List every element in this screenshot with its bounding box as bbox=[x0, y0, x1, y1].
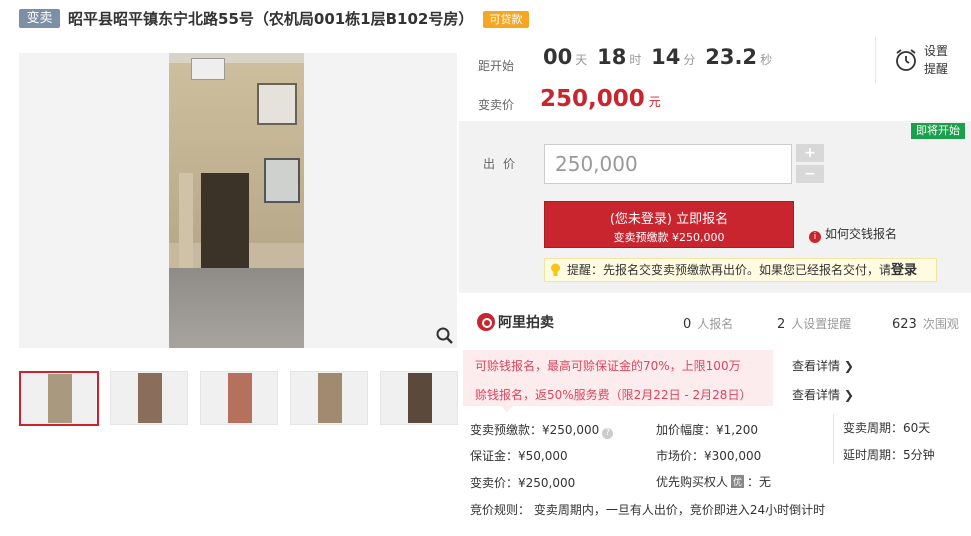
priority-badge: 优 bbox=[731, 475, 745, 488]
thumbnail-3[interactable] bbox=[200, 371, 278, 425]
set-reminder-button[interactable]: 设置提醒 bbox=[875, 37, 970, 83]
view-count: 623 次围观 bbox=[892, 317, 959, 332]
bid-panel: 即将开始 出价 250,000 + − (您未登录) 立即报名 变卖预缴款 ¥2… bbox=[459, 121, 971, 293]
reminder-count: 2 人设置提醒 bbox=[777, 317, 852, 332]
info-icon: i bbox=[809, 231, 821, 243]
sale-type-badge: 变卖 bbox=[19, 9, 60, 28]
thumbnail-1[interactable] bbox=[19, 371, 99, 426]
question-icon[interactable]: ? bbox=[602, 428, 614, 439]
countdown-label: 距开始 bbox=[478, 59, 515, 73]
countdown-timer: 00 天 18 时 14 分 23.2 秒 bbox=[543, 45, 773, 69]
bid-label: 出价 bbox=[483, 157, 524, 171]
bidding-rule: 竞价规则： 变卖周期内，一旦有人出价，竞价即进入24小时倒计时 bbox=[470, 503, 826, 517]
thumbnail-5[interactable] bbox=[380, 371, 458, 425]
ali-auction-logo: 阿里拍卖 bbox=[477, 312, 554, 332]
promo-line-2: 赊钱报名，返50%服务费（限2月22日 - 2月28日） bbox=[475, 388, 752, 402]
page-title: 昭平县昭平镇东宁北路55号（农机局001栋1层B102号房） bbox=[68, 10, 474, 28]
set-reminder-label: 设置提醒 bbox=[924, 44, 949, 76]
priority-buyer-info: 优先购买权人优：无 bbox=[656, 475, 772, 489]
promo-line-1: 可赊钱报名，最高可赊保证金的70%，上限100万 bbox=[475, 359, 741, 373]
main-image-viewer[interactable] bbox=[19, 53, 457, 348]
status-badge: 即将开始 bbox=[911, 123, 965, 139]
promo-detail-link-2[interactable]: 查看详情 ❯ bbox=[792, 386, 854, 403]
bid-amount-input[interactable]: 250,000 bbox=[544, 144, 792, 184]
divider bbox=[833, 414, 834, 464]
credit-promo-box: 可赊钱报名，最高可赊保证金的70%，上限100万 赊钱报名，返50%服务费（限2… bbox=[463, 350, 773, 412]
property-photo bbox=[169, 53, 304, 348]
period-info: 变卖周期：60天 bbox=[843, 421, 931, 435]
alarm-clock-icon bbox=[896, 49, 916, 71]
thumbnail-2[interactable] bbox=[110, 371, 188, 425]
increment-info: 加价幅度：¥1,200 bbox=[656, 423, 758, 437]
bid-decrease-button[interactable]: − bbox=[796, 165, 824, 183]
thumbnail-4[interactable] bbox=[290, 371, 368, 425]
signup-count: 0 人报名 bbox=[683, 317, 734, 332]
promo-detail-link-1[interactable]: 查看详情 ❯ bbox=[792, 357, 854, 374]
login-link[interactable]: 登录 bbox=[891, 263, 917, 278]
prepay-info: 变卖预缴款：¥250,000? bbox=[470, 421, 614, 439]
sale-price-info: 变卖价：¥250,000 bbox=[470, 476, 576, 490]
how-to-pay-link[interactable]: i 如何交钱报名 bbox=[809, 225, 897, 243]
bid-increase-button[interactable]: + bbox=[796, 144, 824, 162]
delay-info: 延时周期：5分钟 bbox=[843, 448, 935, 462]
signup-button[interactable]: (您未登录) 立即报名 变卖预缴款 ¥250,000 bbox=[544, 201, 794, 248]
deposit-info: 保证金：¥50,000 bbox=[470, 449, 568, 463]
login-tip: 提醒：先报名交变卖预缴款再出价。如果您已经报名交付，请登录 bbox=[544, 258, 937, 282]
loan-badge: 可贷款 bbox=[483, 11, 529, 28]
market-price-info: 市场价：¥300,000 bbox=[656, 449, 762, 463]
price-label: 变卖价 bbox=[478, 98, 515, 112]
zoom-icon[interactable] bbox=[435, 326, 455, 346]
bulb-icon bbox=[551, 263, 560, 276]
sale-price: 250,000 元 bbox=[540, 86, 661, 112]
